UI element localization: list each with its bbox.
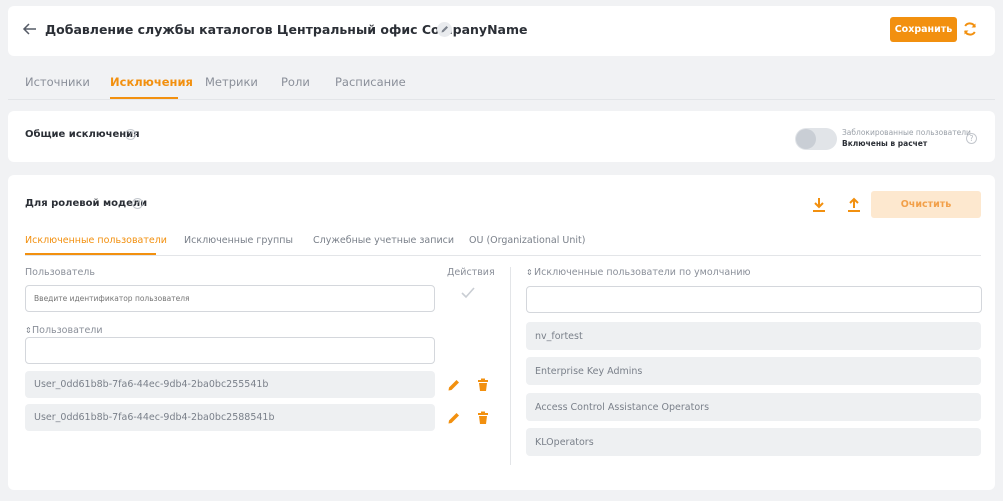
subtab-excluded-groups[interactable]: Исключенные группы (184, 235, 293, 246)
role-model-card: Для ролевой модели ? Очистить Исключенны… (8, 175, 995, 490)
sort-icon[interactable]: ⇕ (526, 268, 533, 277)
list-item: Access Control Assistance Operators (526, 393, 981, 421)
back-arrow-icon[interactable] (22, 21, 38, 37)
tab-sources[interactable]: Источники (25, 75, 90, 89)
add-user-check-icon[interactable] (460, 285, 476, 301)
header-card: Добавление службы каталогов Центральный … (8, 6, 995, 56)
actions-label: Действия (447, 267, 495, 278)
clear-button[interactable]: Очистить (871, 191, 981, 218)
user-label: Пользователь (25, 267, 95, 278)
list-item: KLOperators (526, 428, 981, 456)
role-model-title: Для ролевой модели (25, 198, 148, 209)
tabs-divider (8, 99, 995, 100)
list-item: User_0dd61b8b-7fa6-44ec-9db4-2ba0bc25885… (25, 404, 435, 431)
toggle-label: Заблокированные пользователи (842, 128, 971, 137)
user-id-input[interactable] (25, 285, 435, 312)
default-user-name: Access Control Assistance Operators (535, 401, 710, 413)
edit-icon[interactable] (447, 377, 461, 391)
default-user-name: Enterprise Key Admins (535, 365, 643, 377)
default-users-label: Исключенные пользователи по умолчанию (534, 267, 751, 278)
default-user-name: nv_fortest (535, 330, 583, 342)
help-icon: ? (966, 133, 977, 144)
help-icon: ? (132, 198, 143, 209)
subtab-service-accounts[interactable]: Служебные учетные записи (313, 235, 454, 246)
general-exclusions-title: Общие исключения (25, 129, 140, 140)
download-icon[interactable] (811, 197, 827, 213)
page-title: Добавление службы каталогов Центральный … (45, 22, 528, 37)
tab-roles[interactable]: Роли (281, 75, 310, 89)
edit-icon[interactable] (447, 410, 461, 424)
delete-icon[interactable] (476, 410, 490, 424)
column-divider (510, 267, 511, 465)
list-item: User_0dd61b8b-7fa6-44ec-9db4-2ba0bc25554… (25, 371, 435, 398)
save-button[interactable]: Сохранить (890, 17, 957, 42)
default-users-filter-input[interactable] (526, 286, 982, 313)
default-user-name: KLOperators (535, 436, 594, 448)
user-name: User_0dd61b8b-7fa6-44ec-9db4-2ba0bc25885… (34, 412, 275, 423)
sort-icon[interactable]: ⇕ (25, 326, 32, 335)
edit-title-icon[interactable] (437, 22, 452, 37)
delete-icon[interactable] (476, 377, 490, 391)
subtabs-divider (25, 255, 981, 256)
blocked-users-toggle[interactable] (795, 128, 837, 150)
users-filter-input[interactable] (25, 337, 435, 364)
toggle-value: Включены в расчет (842, 139, 928, 148)
users-label: Пользователи (32, 325, 103, 336)
tab-metrics[interactable]: Метрики (205, 75, 258, 89)
user-name: User_0dd61b8b-7fa6-44ec-9db4-2ba0bc25554… (34, 379, 269, 390)
list-item: Enterprise Key Admins (526, 357, 981, 385)
refresh-icon[interactable] (962, 21, 978, 37)
general-exclusions-card: Общие исключения ? Заблокированные польз… (8, 111, 995, 162)
upload-icon[interactable] (846, 197, 862, 213)
subtab-ou[interactable]: OU (Organizational Unit) (469, 235, 585, 246)
list-item: nv_fortest (526, 322, 981, 350)
subtab-excluded-users[interactable]: Исключенные пользователи (25, 235, 167, 246)
tab-exclusions[interactable]: Исключения (110, 75, 193, 89)
tab-schedule[interactable]: Расписание (335, 75, 406, 89)
help-icon: ? (125, 129, 136, 140)
